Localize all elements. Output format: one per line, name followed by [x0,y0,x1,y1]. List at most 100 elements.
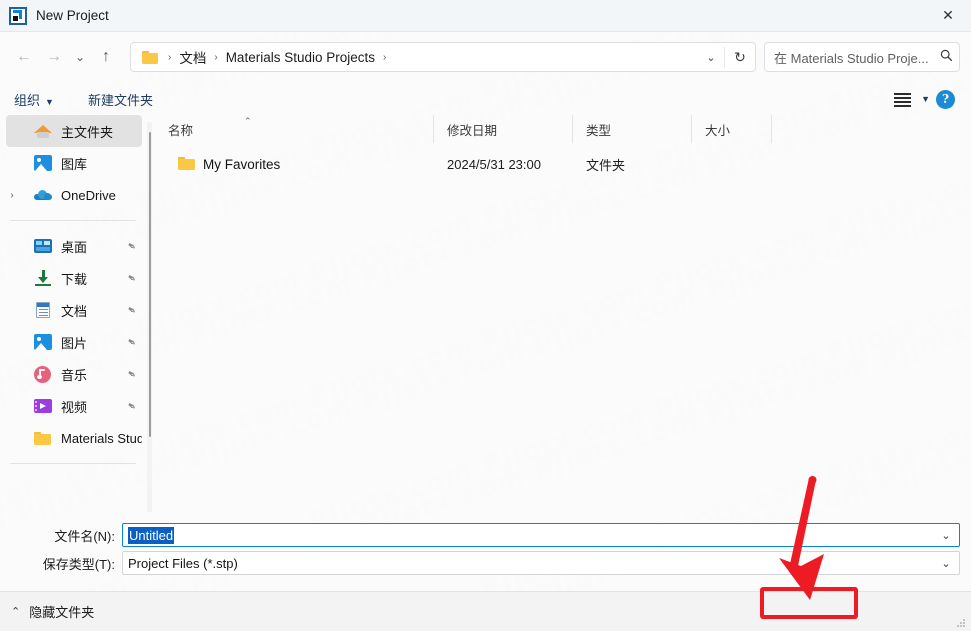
resize-grip[interactable] [957,619,967,629]
sidebar-item-label: OneDrive [61,187,116,203]
hide-folders-button[interactable]: ⌃ 隐藏文件夹 [11,602,94,621]
sidebar-item-9[interactable]: Materials Stud [6,422,142,454]
title-bar: New Project ✕ [0,0,971,32]
hide-folders-label: 隐藏文件夹 [29,605,95,620]
gallery-icon [34,154,52,172]
sidebar-item-label: 下载 [61,271,88,287]
sidebar-divider [10,220,136,221]
file-list-pane: ⌃ 名称 修改日期 类型 大小 My Favorites 2024/5/31 2… [155,115,971,518]
folder-icon [142,50,158,64]
sidebar-item-label: 桌面 [61,239,88,255]
app-icon [9,6,27,25]
breadcrumb-separator: › [168,51,172,63]
help-icon[interactable]: ? [936,89,955,109]
sidebar-divider [10,463,136,464]
file-date-modified: 2024/5/31 23:00 [447,156,541,172]
address-bar[interactable]: › 文档 › Materials Studio Projects › ⌄ ↻ [130,42,756,72]
new-project-save-dialog: PJjotx.com PJjotx.com PJjotx.com PJjotx.… [0,0,971,631]
filename-value: Untitled [128,526,175,544]
search-input[interactable]: 在 Materials Studio Proje... [765,48,933,67]
sidebar-item-2[interactable]: › OneDrive [6,179,142,211]
recent-locations-button[interactable]: ⌄ [69,42,91,72]
sidebar-item-0[interactable]: 主文件夹 [6,115,142,147]
column-header-name[interactable]: ⌃ 名称 [155,115,434,143]
pin-icon: ✒ [123,398,139,414]
sidebar-scrollbar-thumb[interactable] [148,132,151,437]
breadcrumb-item-materials-studio-projects[interactable]: Materials Studio Projects [224,50,377,65]
navigation-sidebar: 主文件夹图库 › OneDrive 桌面 ✒ 下载 ✒ 文档 ✒ 图片 ✒ 音乐 ✒ 视频 ✒ Materia… [0,115,148,518]
folder-icon [34,429,52,447]
pin-icon: ✒ [123,366,139,382]
sidebar-item-6[interactable]: 图片 ✒ [6,326,142,358]
sidebar-item-label: 图片 [61,335,88,351]
filename-input[interactable]: Untitled [123,526,933,544]
sidebar-item-label: Materials Stud [61,430,142,446]
sidebar-item-label: 图库 [61,156,88,172]
sidebar-item-3[interactable]: 桌面 ✒ [6,230,142,262]
list-view-icon [894,93,912,107]
dialog-footer: ⌃ 隐藏文件夹 [0,591,971,631]
filename-row: 文件名(N): Untitled ⌄ [0,523,971,547]
sidebar-item-8[interactable]: 视频 ✒ [6,390,142,422]
cloud-icon [34,186,52,204]
breadcrumb-item-documents[interactable]: 文档 [177,47,208,67]
save-form: 文件名(N): Untitled ⌄ 保存类型(T): Project File… [0,518,971,591]
sidebar-item-4[interactable]: 下载 ✒ [6,262,142,294]
sidebar-item-label: 文档 [61,303,88,319]
breadcrumb-separator: › [214,51,218,63]
chevron-down-icon: ▼ [921,94,930,104]
pin-icon: ✒ [123,334,139,350]
organize-label: 组织 [14,92,41,108]
pin-icon: ✒ [123,238,139,254]
file-name: My Favorites [203,156,281,172]
sidebar-item-label: 音乐 [61,367,88,383]
download-icon [34,269,52,287]
documents-icon [34,301,52,319]
column-header-date-modified[interactable]: 修改日期 [434,115,573,143]
navigation-bar: ← → ⌄ ↑ › 文档 › Materials Studio Projects… [0,31,971,83]
sidebar-scrollbar[interactable] [147,122,152,512]
file-type: 文件夹 [586,157,626,173]
filetype-combobox[interactable]: Project Files (*.stp) ⌄ [122,551,960,575]
filename-combobox[interactable]: Untitled ⌄ [122,523,960,547]
window-title: New Project [36,8,109,23]
chevron-down-icon[interactable]: ⌄ [933,529,959,542]
back-button[interactable]: ← [9,42,39,72]
pin-icon: ✒ [123,302,139,318]
refresh-icon[interactable]: ↻ [724,47,755,67]
sidebar-item-5[interactable]: 文档 ✒ [6,294,142,326]
column-header-size[interactable]: 大小 [692,115,772,143]
forward-button[interactable]: → [39,42,69,72]
chevron-down-icon: ▼ [45,96,54,107]
view-options-button[interactable]: ▼ [894,93,930,107]
search-box[interactable]: 在 Materials Studio Proje... [764,42,960,72]
chevron-down-icon[interactable]: ⌄ [933,557,959,570]
home-icon [34,122,52,140]
chevron-right-icon[interactable]: › [4,190,20,201]
search-icon [933,49,959,65]
music-icon [34,365,52,383]
table-row[interactable]: My Favorites 2024/5/31 23:00 文件夹 [155,151,971,177]
new-folder-button[interactable]: 新建文件夹 [82,86,159,113]
sidebar-item-label: 主文件夹 [61,124,114,140]
filetype-row: 保存类型(T): Project Files (*.stp) ⌄ [0,551,971,575]
chevron-up-icon: ⌃ [11,606,21,618]
up-button[interactable]: ↑ [91,42,121,72]
desktop-icon [34,237,52,255]
column-header-type[interactable]: 类型 [573,115,692,143]
pictures-icon [34,333,52,351]
filetype-value: Project Files (*.stp) [128,555,238,571]
sidebar-item-label: 视频 [61,399,88,415]
filetype-label: 保存类型(T): [42,556,115,572]
pin-icon: ✒ [123,270,139,286]
organize-button[interactable]: 组织 ▼ [8,86,60,113]
command-bar: 组织 ▼ 新建文件夹 ▼ ? [0,83,971,115]
close-icon[interactable]: ✕ [925,0,971,31]
videos-icon [34,397,52,415]
filename-label: 文件名(N): [54,528,115,544]
column-headers: ⌃ 名称 修改日期 类型 大小 [155,115,971,143]
sidebar-item-1[interactable]: 图库 [6,147,142,179]
sidebar-item-7[interactable]: 音乐 ✒ [6,358,142,390]
chevron-down-icon[interactable]: ⌄ [698,51,724,64]
breadcrumb-separator: › [383,51,387,63]
